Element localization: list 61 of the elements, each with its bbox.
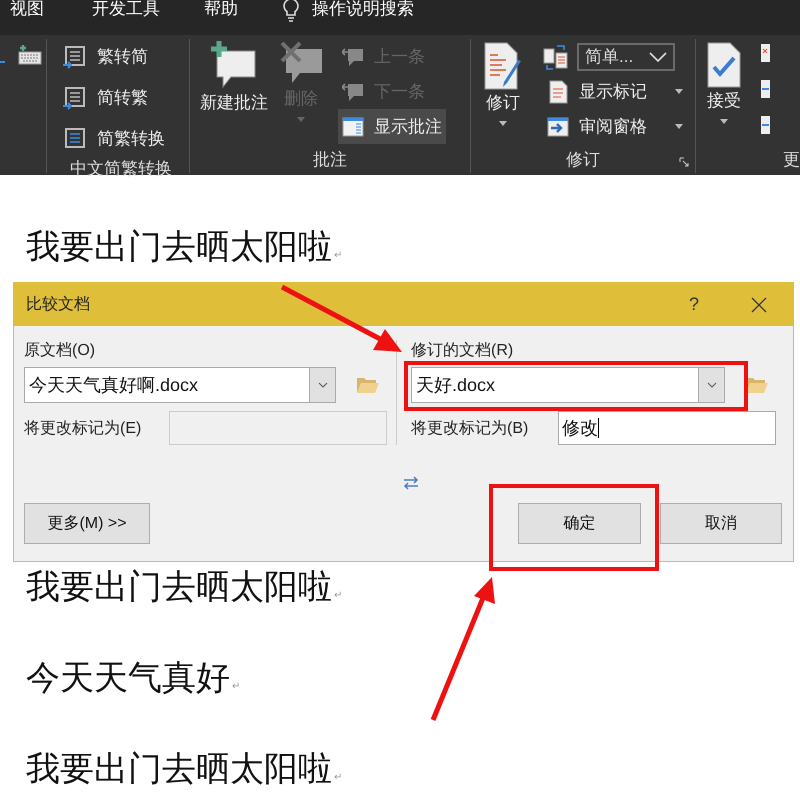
dialog-button[interactable]: 取消 (660, 503, 782, 544)
document-combo-box[interactable]: 今天天气真好啊.docx (24, 367, 336, 403)
document-paragraph: 我要出门去晒太阳啦↵ (26, 567, 342, 608)
folder-icon[interactable] (745, 376, 769, 394)
field-label: 将更改标记为(B) (411, 418, 528, 438)
ribbon-button[interactable]: 简转繁 (59, 80, 183, 115)
ribbon-button[interactable]: 显示批注 (338, 109, 446, 144)
caret-icon (297, 117, 305, 122)
group-label: 更 (783, 149, 800, 171)
character-convert-icon (63, 44, 87, 68)
character-convert-icon (63, 86, 87, 110)
new-comment-button[interactable]: 新建批注 (196, 39, 272, 147)
dialog-button[interactable]: 更多(M) >> (24, 503, 150, 544)
chevron-down-icon (706, 382, 716, 388)
document-paragraph: 今天天气真好↵ (26, 658, 240, 699)
document-icon[interactable] (760, 79, 770, 99)
document-icon (547, 80, 569, 104)
chevron-down-icon (649, 52, 667, 62)
document-icon[interactable] (760, 43, 770, 63)
lightbulb-icon (282, 0, 300, 22)
caret-icon (675, 124, 683, 129)
comment-navigate-icon (342, 80, 364, 102)
show-comments-icon (342, 116, 364, 138)
markup-mode-dropdown[interactable]: 简单... (577, 42, 675, 70)
keyboard-icon[interactable] (18, 45, 42, 65)
group-label: 批注 (313, 149, 347, 171)
swap-icon[interactable] (402, 475, 420, 491)
ribbon-button[interactable]: 审阅窗格 (543, 109, 687, 144)
ribbon-button[interactable]: 显示标记 (543, 74, 687, 109)
review-pane-icon (547, 116, 569, 138)
accept-button[interactable]: 接受 (702, 39, 746, 147)
document-paragraph: 我要出门去晒太阳啦↵ (26, 749, 342, 790)
dialog-button[interactable]: 确定 (518, 503, 641, 544)
tell-me-search[interactable]: 操作说明搜索 (312, 0, 414, 18)
ribbon-button[interactable]: 繁转简 (59, 39, 183, 74)
caret-icon (675, 89, 683, 94)
close-icon[interactable] (751, 296, 767, 312)
dialog-launcher-icon[interactable] (679, 157, 689, 167)
menu-tab[interactable]: 帮助 (204, 0, 238, 18)
character-convert-icon (63, 126, 87, 150)
field-label: 将更改标记为(E) (24, 418, 142, 438)
input-field[interactable]: 修改 (558, 411, 776, 445)
ribbon-button[interactable]: 简繁转换 (59, 121, 183, 156)
dialog-title: 比较文档 (26, 294, 91, 315)
document-icon[interactable] (760, 115, 770, 135)
group-label: 修订 (566, 149, 600, 171)
field-label: 原文档(O) (24, 340, 96, 361)
group-label: 中文简繁转换 (70, 158, 172, 180)
compare-documents-icon[interactable] (543, 44, 569, 70)
menu-tab[interactable]: 开发工具 (92, 0, 160, 18)
comment-navigate-icon (342, 46, 364, 68)
menu-tab[interactable]: 视图 (10, 0, 44, 18)
field-label: 修订的文档(R) (411, 340, 514, 361)
caret-icon (499, 121, 507, 126)
document-combo-box[interactable]: 天好.docx (411, 367, 725, 403)
chevron-down-icon (318, 382, 328, 388)
track-changes-button[interactable]: 修订 (477, 39, 529, 147)
help-button[interactable]: ? (688, 294, 699, 315)
caret-icon (720, 119, 728, 124)
document-paragraph: 我要出门去晒太阳啦↵ (26, 227, 342, 268)
document-check-icon (706, 41, 742, 89)
